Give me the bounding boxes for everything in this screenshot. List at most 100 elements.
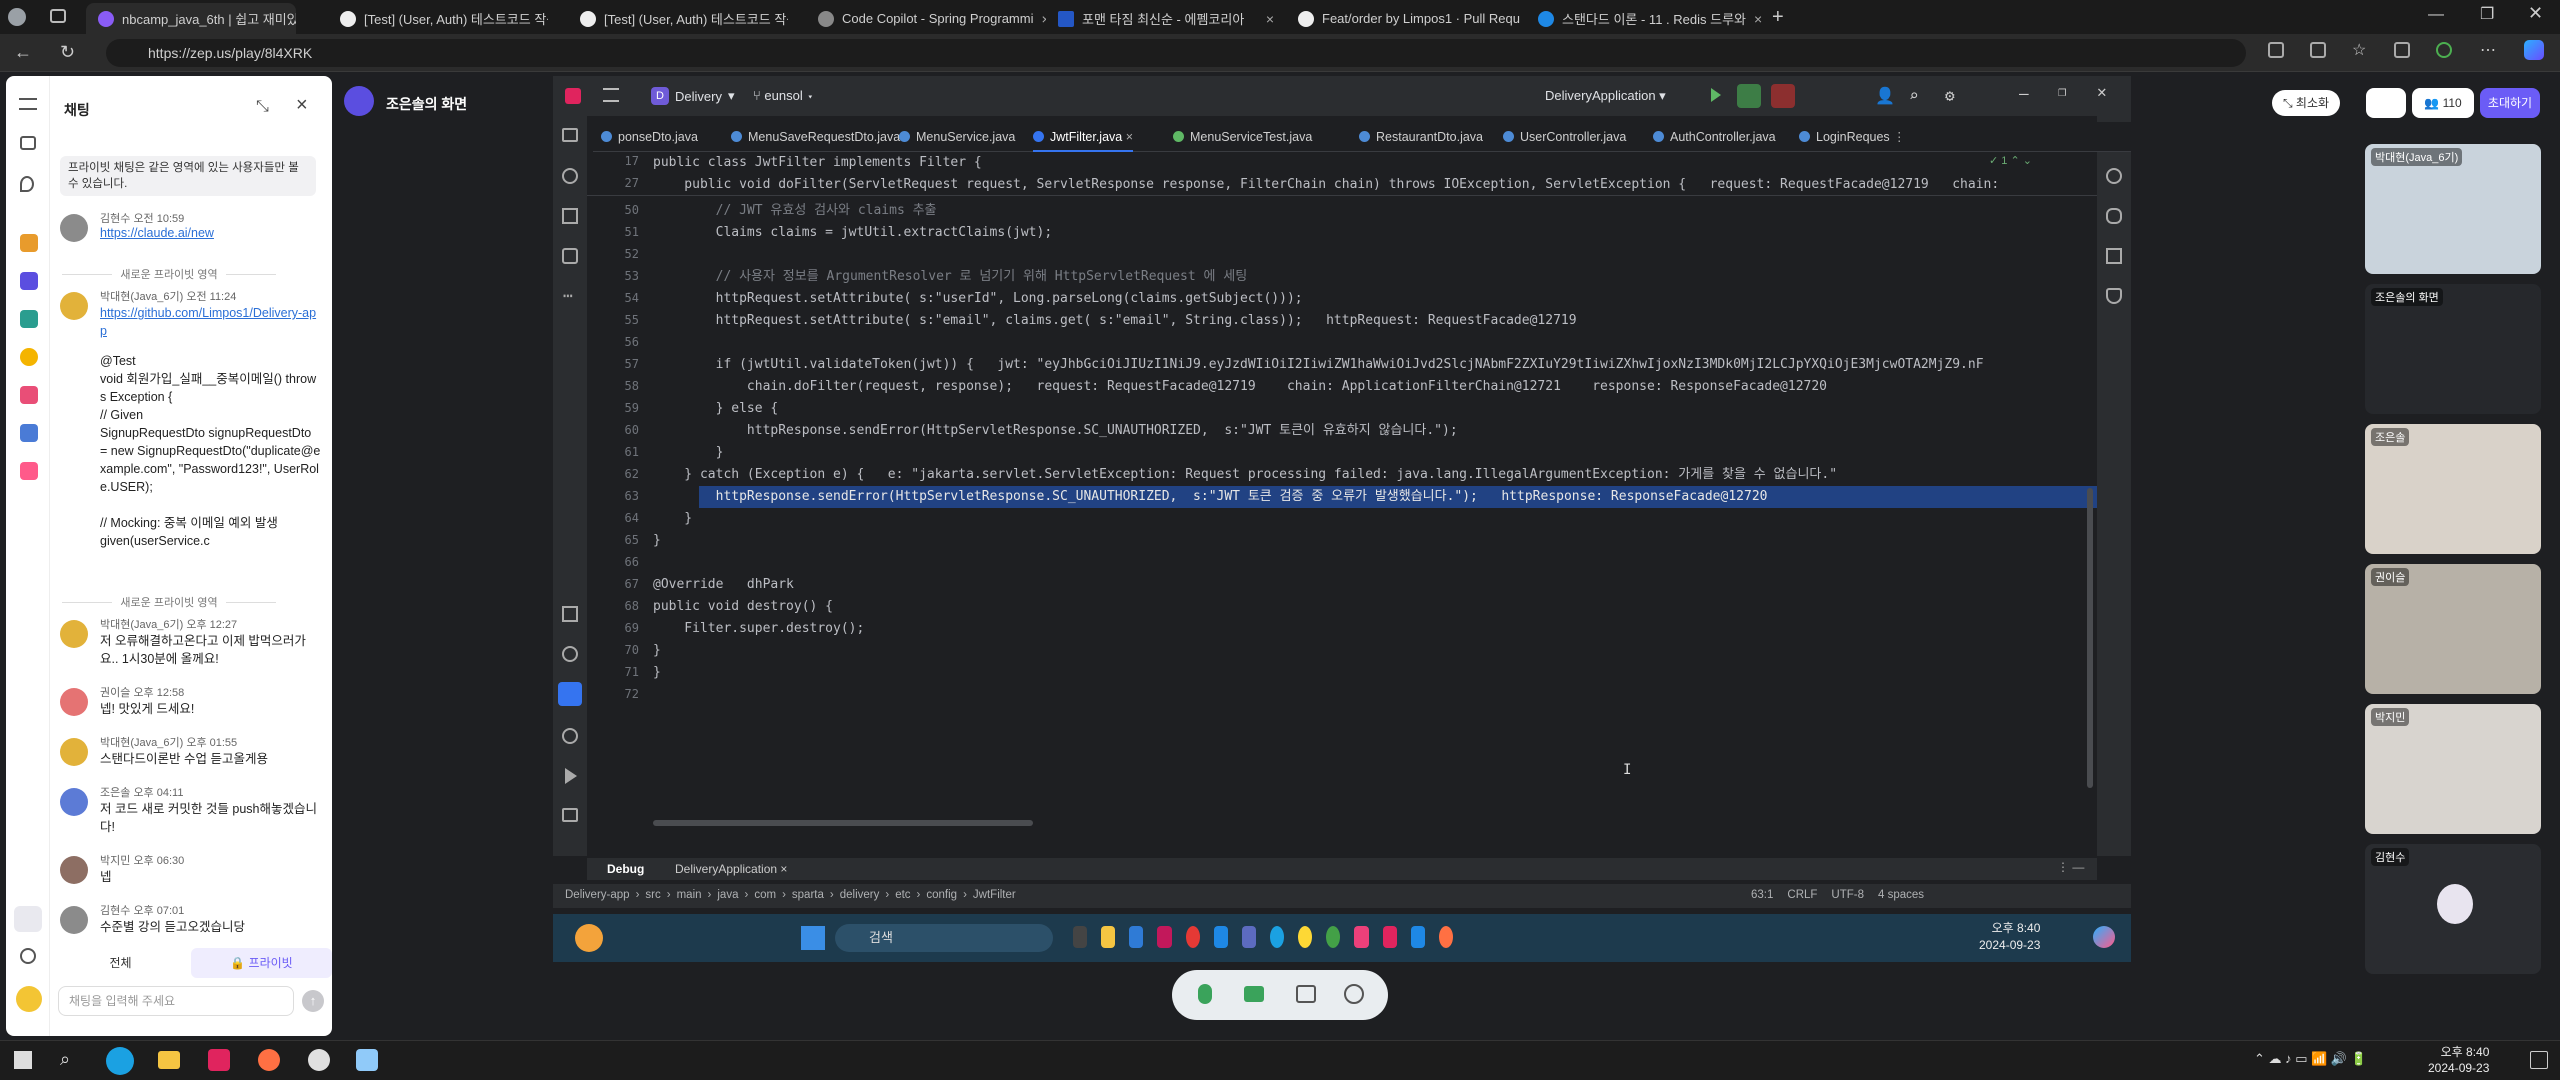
calendar-icon[interactable] xyxy=(1213,926,1228,948)
breadcrumb-item[interactable]: delivery xyxy=(840,889,880,901)
editor-tab[interactable]: ponseDto.java xyxy=(601,122,698,152)
find-icon[interactable] xyxy=(562,646,578,662)
participant-video[interactable]: 박지민 xyxy=(2365,704,2541,834)
browser-tab[interactable]: Feat/order by Limpos1 · Pull Requ× xyxy=(1286,3,1526,34)
run-session-tab[interactable]: DeliveryApplication × xyxy=(675,862,787,876)
account-icon[interactable]: 👤 xyxy=(1875,86,1895,105)
tab-private[interactable]: 🔒 프라이빗 xyxy=(191,948,332,978)
ide-minimize-button[interactable]: — xyxy=(2019,84,2029,103)
window-close-button[interactable]: ✕ xyxy=(2528,3,2543,24)
run-config-selector[interactable]: DeliveryApplication ▾ xyxy=(1545,88,1666,104)
notepad-icon[interactable] xyxy=(1410,926,1425,948)
editor-tab[interactable]: RestaurantDto.java xyxy=(1359,122,1483,152)
emoji-icon[interactable] xyxy=(1344,984,1364,1004)
notification-center-icon[interactable] xyxy=(2530,1051,2548,1069)
edge-icon[interactable] xyxy=(106,1047,134,1075)
project-icon[interactable] xyxy=(562,128,578,142)
message-link[interactable]: https://claude.ai/new xyxy=(100,226,214,240)
editor-tab[interactable]: LoginReques xyxy=(1799,122,1890,152)
menu-icon[interactable] xyxy=(19,98,37,110)
more-tabs-icon[interactable]: ⋮ xyxy=(1893,122,1906,152)
inspection-widget[interactable]: ✓ 1 ⌃ ⌄ xyxy=(1989,154,2032,167)
editor-tab[interactable]: AuthController.java xyxy=(1653,122,1776,152)
message-link[interactable]: https://github.com/Limpos1/Delivery-app xyxy=(100,304,318,340)
tab-actions-icon[interactable] xyxy=(50,9,66,23)
breadcrumb-item[interactable]: java xyxy=(717,889,738,901)
breadcrumb-item[interactable]: sparta xyxy=(792,889,824,901)
participant-video[interactable]: 김현수 xyxy=(2365,844,2541,974)
collections-icon[interactable] xyxy=(2394,42,2410,58)
app-icon[interactable] xyxy=(1157,926,1172,948)
debug-button[interactable] xyxy=(1737,84,1761,108)
back-arrow-icon[interactable]: ← xyxy=(14,42,32,63)
browser-tab[interactable]: nbcamp_java_6th | 쉽고 재미있× xyxy=(86,3,296,34)
security-shield-icon[interactable] xyxy=(2106,288,2122,304)
project-selector[interactable]: D Delivery ▾ xyxy=(643,84,743,108)
participant-video[interactable]: 박대현(Java_6기) xyxy=(2365,144,2541,274)
favorites-icon[interactable]: ☆ xyxy=(2352,40,2366,60)
reload-icon[interactable]: ↻ xyxy=(60,42,75,63)
postman-icon[interactable] xyxy=(258,1049,280,1071)
file-explorer-icon[interactable] xyxy=(1101,926,1116,948)
minimize-button[interactable]: ⤡ 최소화 xyxy=(2272,90,2340,116)
intellij-icon[interactable] xyxy=(208,1049,230,1071)
start-button[interactable] xyxy=(801,926,825,950)
breadcrumb-item[interactable]: main xyxy=(677,889,702,901)
editor-tab[interactable]: MenuService.java xyxy=(899,122,1015,152)
browser-tab[interactable]: Code Copilot - Spring Programmi × xyxy=(806,3,1046,34)
file-encoding[interactable]: UTF-8 xyxy=(1831,889,1864,901)
participant-video[interactable]: 조은솔의 화면 xyxy=(2365,284,2541,414)
horizontal-scrollbar[interactable] xyxy=(653,820,1033,826)
run-tool-icon[interactable] xyxy=(565,768,577,784)
store-icon[interactable] xyxy=(1129,926,1144,948)
extensions-icon[interactable] xyxy=(2268,42,2284,58)
settings-gear-icon[interactable]: ⚙ xyxy=(1945,86,1955,105)
ide-restore-button[interactable]: ❐ xyxy=(2058,84,2066,100)
address-bar[interactable]: https://zep.us/play/8l4XRK xyxy=(106,39,2246,67)
breadcrumb-item[interactable]: JwtFilter xyxy=(973,889,1016,901)
participant-video[interactable]: 조은솔 xyxy=(2365,424,2541,554)
browser-tab[interactable]: 포맨 타짐 최신순 - 에펨코리아 × xyxy=(1046,3,1286,34)
indent-setting[interactable]: 4 spaces xyxy=(1878,889,1924,901)
microphone-icon[interactable] xyxy=(1198,984,1212,1004)
window-minimize-button[interactable]: — xyxy=(2428,6,2444,24)
breadcrumb-item[interactable]: Delivery-app xyxy=(565,889,630,901)
browser-essentials-icon[interactable] xyxy=(2436,42,2452,58)
chrome-profile-icon[interactable] xyxy=(1326,926,1341,948)
editor-tab-active[interactable]: JwtFilter.java × xyxy=(1033,122,1134,152)
invite-button[interactable]: 초대하기 xyxy=(2480,88,2540,118)
code-editor[interactable]: 17 public class JwtFilter implements Filt… xyxy=(587,152,2097,856)
edge-icon[interactable] xyxy=(1269,926,1285,948)
camera-icon[interactable] xyxy=(1244,986,1264,1002)
browser-tab[interactable]: 스탠다드 이론 - 11 . Redis 드루와 × xyxy=(1526,3,1766,34)
ai-assistant-icon[interactable] xyxy=(2106,168,2122,184)
editor-tab[interactable]: MenuSaveRequestDto.java xyxy=(731,122,900,152)
announce-icon[interactable] xyxy=(20,136,36,150)
breadcrumb-item[interactable]: config xyxy=(926,889,957,901)
split-view-icon[interactable] xyxy=(2310,42,2326,58)
more-tools-icon[interactable]: ⋯ xyxy=(563,286,573,305)
run-button[interactable] xyxy=(1711,88,1721,102)
branch-selector[interactable]: ⑂ eunsol ▾ xyxy=(753,88,814,103)
kakaotalk-icon[interactable] xyxy=(1298,926,1313,948)
endpoints-icon[interactable] xyxy=(2106,248,2122,264)
notepad-icon[interactable] xyxy=(356,1049,378,1071)
weather-icon[interactable] xyxy=(575,924,603,952)
structure-icon[interactable] xyxy=(562,248,578,264)
expand-icon[interactable]: ⤡ xyxy=(256,98,269,116)
search-icon[interactable]: ⌕ xyxy=(1909,86,1919,105)
caret-position[interactable]: 63:1 xyxy=(1751,889,1773,901)
main-menu-icon[interactable] xyxy=(603,88,619,102)
editor-tab[interactable]: MenuServiceTest.java xyxy=(1173,122,1312,152)
chrome-icon[interactable] xyxy=(1185,926,1200,948)
panel-options-icon[interactable]: ⋮ — xyxy=(2057,860,2084,874)
task-view-icon[interactable] xyxy=(1073,926,1088,948)
breadcrumb-item[interactable]: src xyxy=(645,889,660,901)
browser-tab[interactable]: [Test] (User, Auth) 테스트코드 작성× xyxy=(568,3,788,34)
profile-icon[interactable] xyxy=(8,8,26,26)
new-tab-button[interactable]: + xyxy=(1772,6,1784,29)
terminal-icon[interactable] xyxy=(562,808,578,822)
browser-tab[interactable]: [Test] (User, Auth) 테스트코드 작성× xyxy=(328,3,548,34)
participant-video[interactable]: 권이슬 xyxy=(2365,564,2541,694)
postman-icon[interactable] xyxy=(1438,926,1453,948)
